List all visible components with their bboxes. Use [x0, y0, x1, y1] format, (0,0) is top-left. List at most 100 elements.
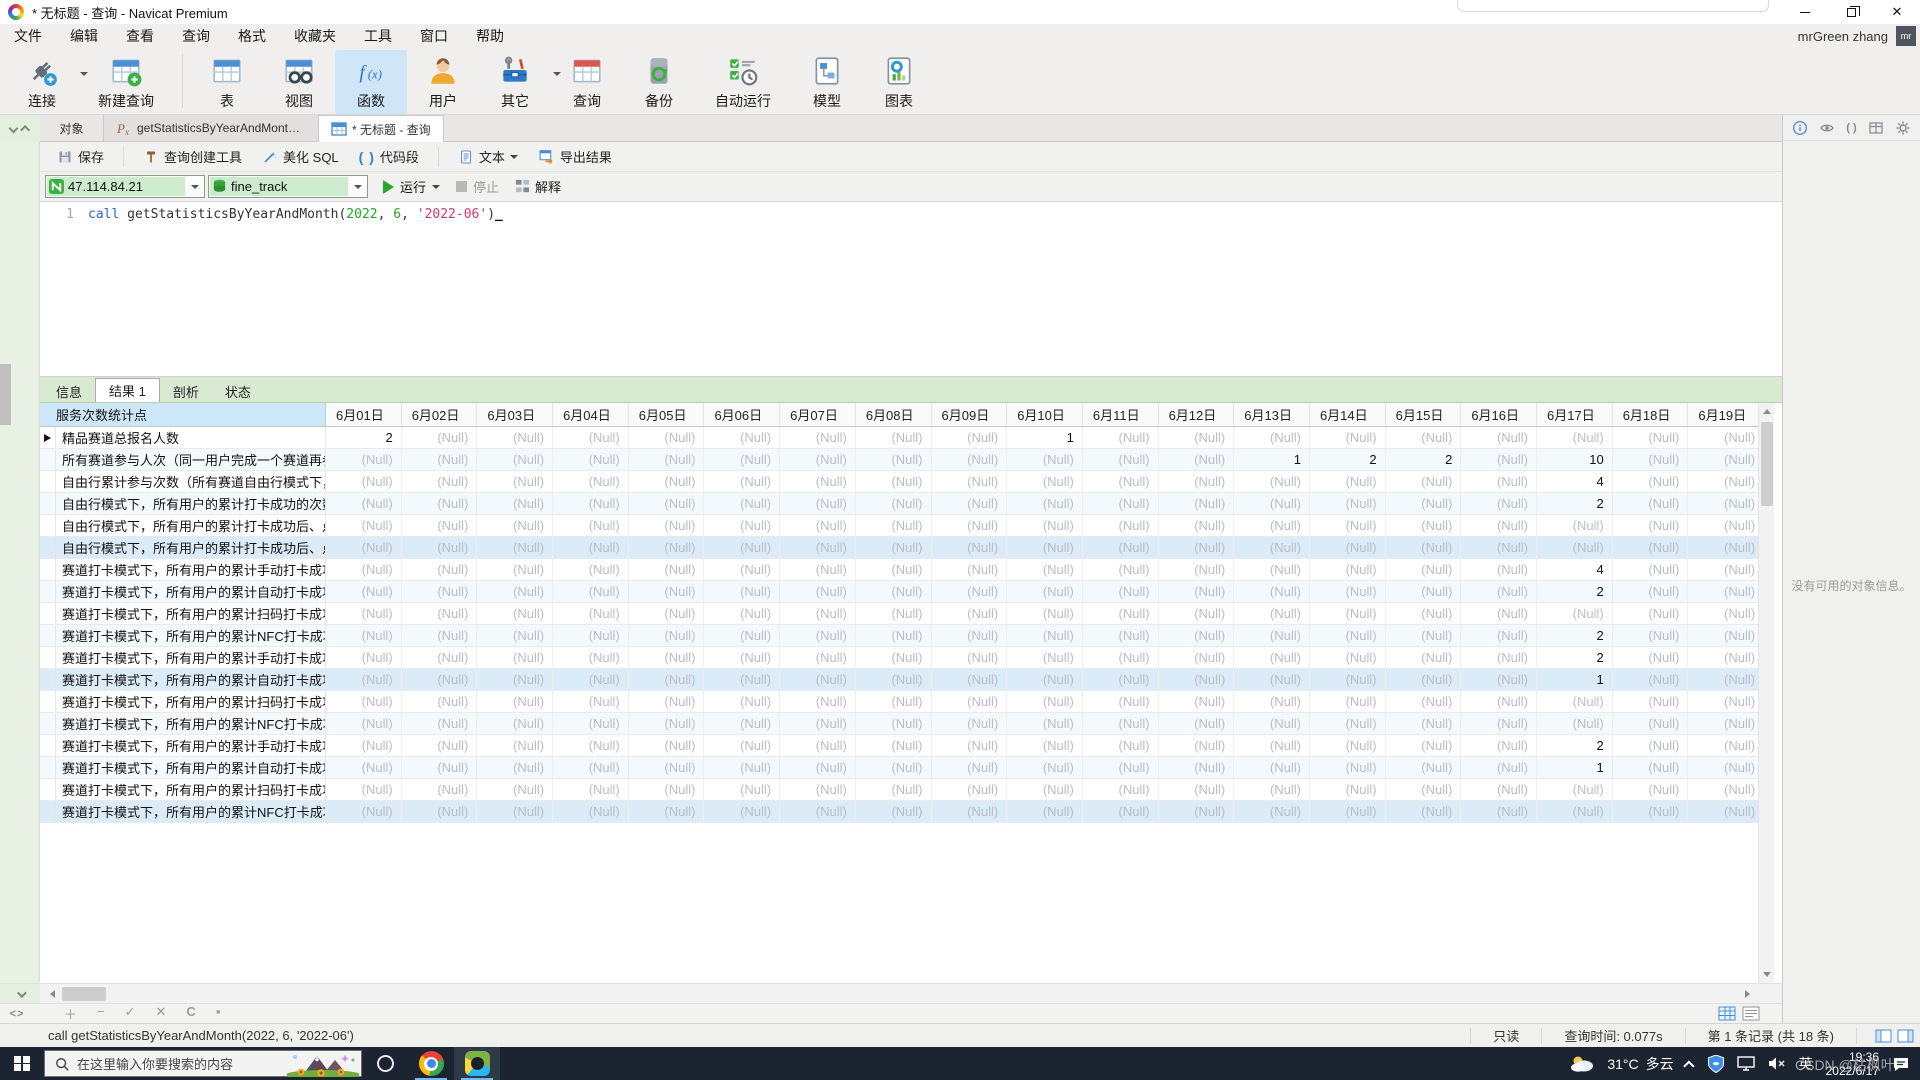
grid-cell[interactable]: (Null) [1688, 625, 1758, 646]
grid-cell[interactable]: (Null) [1159, 581, 1235, 602]
grid-cell[interactable]: (Null) [1461, 493, 1537, 514]
row-label-cell[interactable]: 赛道打卡模式下，所有用户的累计手动打卡成功后、 [56, 735, 326, 756]
split-left-view-icon[interactable] [1875, 1029, 1892, 1043]
discard-changes-icon[interactable]: ✕ [156, 1004, 167, 1023]
grid-cell[interactable]: (Null) [1083, 427, 1159, 448]
grid-cell[interactable]: 2 [1537, 647, 1613, 668]
grid-cell[interactable]: (Null) [780, 537, 856, 558]
grid-cell[interactable]: (Null) [780, 559, 856, 580]
cortana-button[interactable] [362, 1047, 408, 1080]
grid-cell[interactable]: (Null) [1234, 515, 1310, 536]
sql-editor[interactable]: 1 call getStatisticsByYearAndMonth(2022,… [40, 202, 1782, 377]
grid-cell[interactable]: (Null) [1613, 625, 1689, 646]
grid-cell[interactable]: (Null) [856, 713, 932, 734]
action-center-icon[interactable] [1892, 1056, 1910, 1072]
grid-cell[interactable]: (Null) [1613, 537, 1689, 558]
grid-cell[interactable]: (Null) [402, 493, 478, 514]
scroll-right-button[interactable] [1740, 984, 1756, 1004]
grid-cell[interactable]: 1 [1007, 427, 1083, 448]
row-marker-cell[interactable] [40, 735, 56, 756]
grid-cell[interactable]: (Null) [704, 647, 781, 668]
grid-cell[interactable]: (Null) [1537, 801, 1613, 822]
grid-cell[interactable]: (Null) [856, 647, 932, 668]
grid-cell[interactable]: (Null) [629, 691, 705, 712]
grid-cell[interactable]: (Null) [553, 515, 629, 536]
restore-button[interactable] [1828, 0, 1874, 24]
grid-column-header[interactable]: 6月15日 [1385, 403, 1462, 426]
grid-cell[interactable]: (Null) [402, 581, 478, 602]
grid-cell[interactable]: (Null) [1159, 603, 1235, 624]
gear-icon[interactable] [1895, 120, 1911, 136]
stop-button[interactable]: 停止 [456, 177, 499, 196]
grid-cell[interactable]: (Null) [1461, 515, 1537, 536]
grid-cell[interactable]: (Null) [932, 537, 1008, 558]
grid-cell[interactable]: (Null) [1461, 669, 1537, 690]
menu-4[interactable]: 格式 [224, 24, 280, 48]
grid-cell[interactable]: (Null) [1007, 471, 1083, 492]
vertical-scroll-thumb[interactable] [1761, 422, 1773, 506]
grid-cell[interactable]: (Null) [477, 515, 554, 536]
grid-cell[interactable]: (Null) [1613, 691, 1689, 712]
grid-cell[interactable]: (Null) [629, 625, 705, 646]
security-shield-icon[interactable] [1707, 1054, 1724, 1073]
grid-cell[interactable]: (Null) [477, 603, 554, 624]
code-snippet-button[interactable]: ( ) 代码段 [352, 144, 426, 169]
grid-cell[interactable]: (Null) [1159, 735, 1235, 756]
grid-cell[interactable]: (Null) [1688, 735, 1758, 756]
grid-cell[interactable]: (Null) [326, 779, 402, 800]
grid-cell[interactable]: (Null) [477, 427, 554, 448]
grid-cell[interactable]: (Null) [326, 625, 402, 646]
grid-cell[interactable]: (Null) [1234, 581, 1310, 602]
grid-cell[interactable]: (Null) [1613, 713, 1689, 734]
grid-cell[interactable]: (Null) [477, 691, 554, 712]
grid-cell[interactable]: (Null) [704, 559, 781, 580]
grid-cell[interactable]: (Null) [704, 449, 781, 470]
grid-cell[interactable]: (Null) [1159, 779, 1235, 800]
stop-load-icon[interactable]: ▪ [216, 1004, 221, 1023]
scroll-down-button[interactable] [1759, 967, 1775, 983]
grid-cell[interactable]: (Null) [1613, 449, 1689, 470]
grid-cell[interactable]: 2 [1537, 493, 1613, 514]
grid-cell[interactable]: (Null) [1007, 603, 1083, 624]
grid-cell[interactable]: (Null) [629, 735, 705, 756]
row-marker-cell[interactable] [40, 603, 56, 624]
grid-cell[interactable]: (Null) [1613, 515, 1689, 536]
grid-cell[interactable]: (Null) [1007, 559, 1083, 580]
grid-cell[interactable]: (Null) [1386, 713, 1462, 734]
grid-cell[interactable]: (Null) [856, 493, 932, 514]
grid-cell[interactable]: (Null) [1310, 735, 1386, 756]
grid-cell[interactable]: (Null) [402, 471, 478, 492]
grid-cell[interactable]: (Null) [1083, 515, 1159, 536]
grid-cell[interactable]: (Null) [1688, 779, 1758, 800]
grid-cell[interactable]: (Null) [856, 515, 932, 536]
grid-cell[interactable]: (Null) [932, 603, 1008, 624]
grid-cell[interactable]: 2 [1537, 581, 1613, 602]
ddl-parens-icon[interactable]: ( ) [1846, 122, 1856, 134]
grid-cell[interactable]: (Null) [1688, 713, 1758, 734]
grid-cell[interactable]: (Null) [1083, 471, 1159, 492]
row-label-cell[interactable]: 所有赛道参与人次（同一用户完成一个赛道再参与一 [56, 449, 326, 470]
grid-cell[interactable]: (Null) [553, 647, 629, 668]
grid-cell[interactable]: 4 [1537, 471, 1613, 492]
grid-cell[interactable]: (Null) [553, 801, 629, 822]
grid-cell[interactable]: (Null) [553, 581, 629, 602]
row-label-cell[interactable]: 赛道打卡模式下，所有用户的累计自动打卡成功的次 [56, 581, 326, 602]
grid-cell[interactable]: (Null) [553, 559, 629, 580]
toolbar-view[interactable]: 视图 [263, 50, 335, 114]
toolbar-chart[interactable]: 图表 [863, 50, 935, 114]
grid-cell[interactable]: (Null) [1234, 669, 1310, 690]
grid-column-header[interactable]: 6月16日 [1461, 403, 1537, 426]
grid-cell[interactable]: (Null) [932, 735, 1008, 756]
grid-cell[interactable]: (Null) [402, 515, 478, 536]
grid-cell[interactable]: (Null) [780, 493, 856, 514]
grid-cell[interactable]: (Null) [1613, 801, 1689, 822]
grid-column-header[interactable]: 6月01日 [326, 403, 402, 426]
grid-cell[interactable]: (Null) [553, 449, 629, 470]
grid-cell[interactable]: (Null) [629, 493, 705, 514]
network-display-icon[interactable] [1736, 1056, 1755, 1071]
grid-column-header[interactable]: 6月11日 [1082, 403, 1159, 426]
grid-cell[interactable]: (Null) [326, 581, 402, 602]
grid-cell[interactable]: (Null) [477, 493, 554, 514]
scroll-left-button[interactable] [44, 984, 60, 1004]
volume-muted-icon[interactable] [1768, 1056, 1786, 1071]
